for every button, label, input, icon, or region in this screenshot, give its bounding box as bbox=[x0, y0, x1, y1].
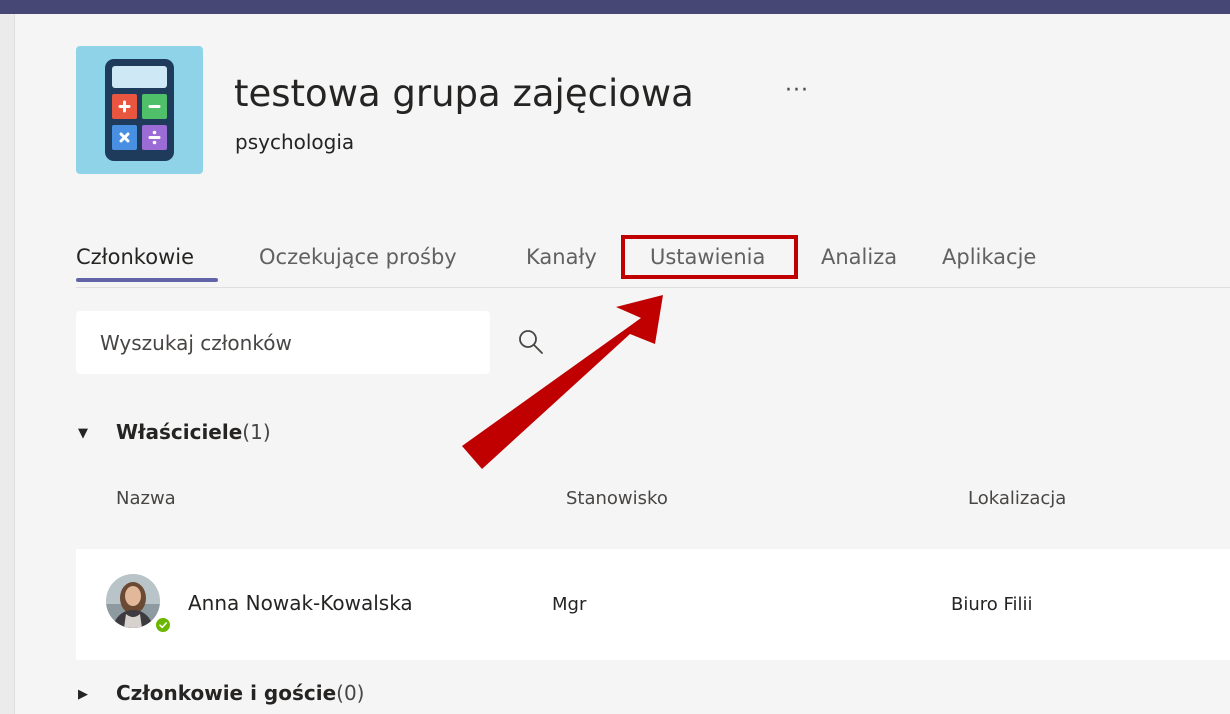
members-guests-section-header[interactable]: ▶ Członkowie i goście(0) bbox=[78, 681, 364, 705]
column-header-title[interactable]: Stanowisko bbox=[566, 488, 668, 509]
settings-highlight-box bbox=[621, 235, 798, 279]
member-name[interactable]: Anna Nowak-Kowalska bbox=[188, 591, 413, 615]
active-tab-indicator bbox=[76, 278, 218, 282]
column-header-name[interactable]: Nazwa bbox=[116, 488, 176, 509]
search-input[interactable] bbox=[98, 327, 432, 359]
members-guests-title: Członkowie i goście bbox=[116, 681, 337, 705]
tab-apps[interactable]: Aplikacje bbox=[942, 242, 1036, 272]
owners-section-header[interactable]: ▼ Właściciele(1) bbox=[78, 420, 271, 444]
tab-analytics[interactable]: Analiza bbox=[821, 242, 897, 272]
owners-count: (1) bbox=[242, 420, 271, 444]
tabs-divider bbox=[76, 287, 1230, 288]
tab-pending-requests[interactable]: Oczekujące prośby bbox=[259, 242, 457, 272]
members-guests-count: (0) bbox=[336, 681, 365, 705]
avatar bbox=[106, 574, 160, 628]
table-row[interactable]: Anna Nowak-Kowalska Mgr Biuro Filii bbox=[76, 549, 1230, 660]
caret-down-icon: ▼ bbox=[78, 426, 88, 441]
owners-title: Właściciele bbox=[116, 420, 243, 444]
search-icon[interactable] bbox=[518, 329, 544, 355]
member-location: Biuro Filii bbox=[951, 594, 1033, 615]
more-options-button[interactable]: ··· bbox=[785, 78, 809, 103]
team-subtitle: psychologia bbox=[235, 130, 355, 154]
column-header-location[interactable]: Lokalizacja bbox=[968, 488, 1066, 509]
member-title: Mgr bbox=[552, 594, 587, 615]
app-top-bar bbox=[0, 0, 1230, 14]
app-left-rail bbox=[0, 14, 15, 714]
member-search bbox=[76, 311, 543, 374]
team-avatar bbox=[76, 46, 203, 174]
team-name: testowa grupa zajęciowa bbox=[234, 72, 694, 115]
caret-right-icon: ▶ bbox=[78, 687, 88, 702]
calculator-icon bbox=[105, 59, 174, 161]
tab-members[interactable]: Członkowie bbox=[76, 242, 194, 272]
presence-available-icon bbox=[154, 616, 172, 634]
tab-channels[interactable]: Kanały bbox=[526, 242, 597, 272]
